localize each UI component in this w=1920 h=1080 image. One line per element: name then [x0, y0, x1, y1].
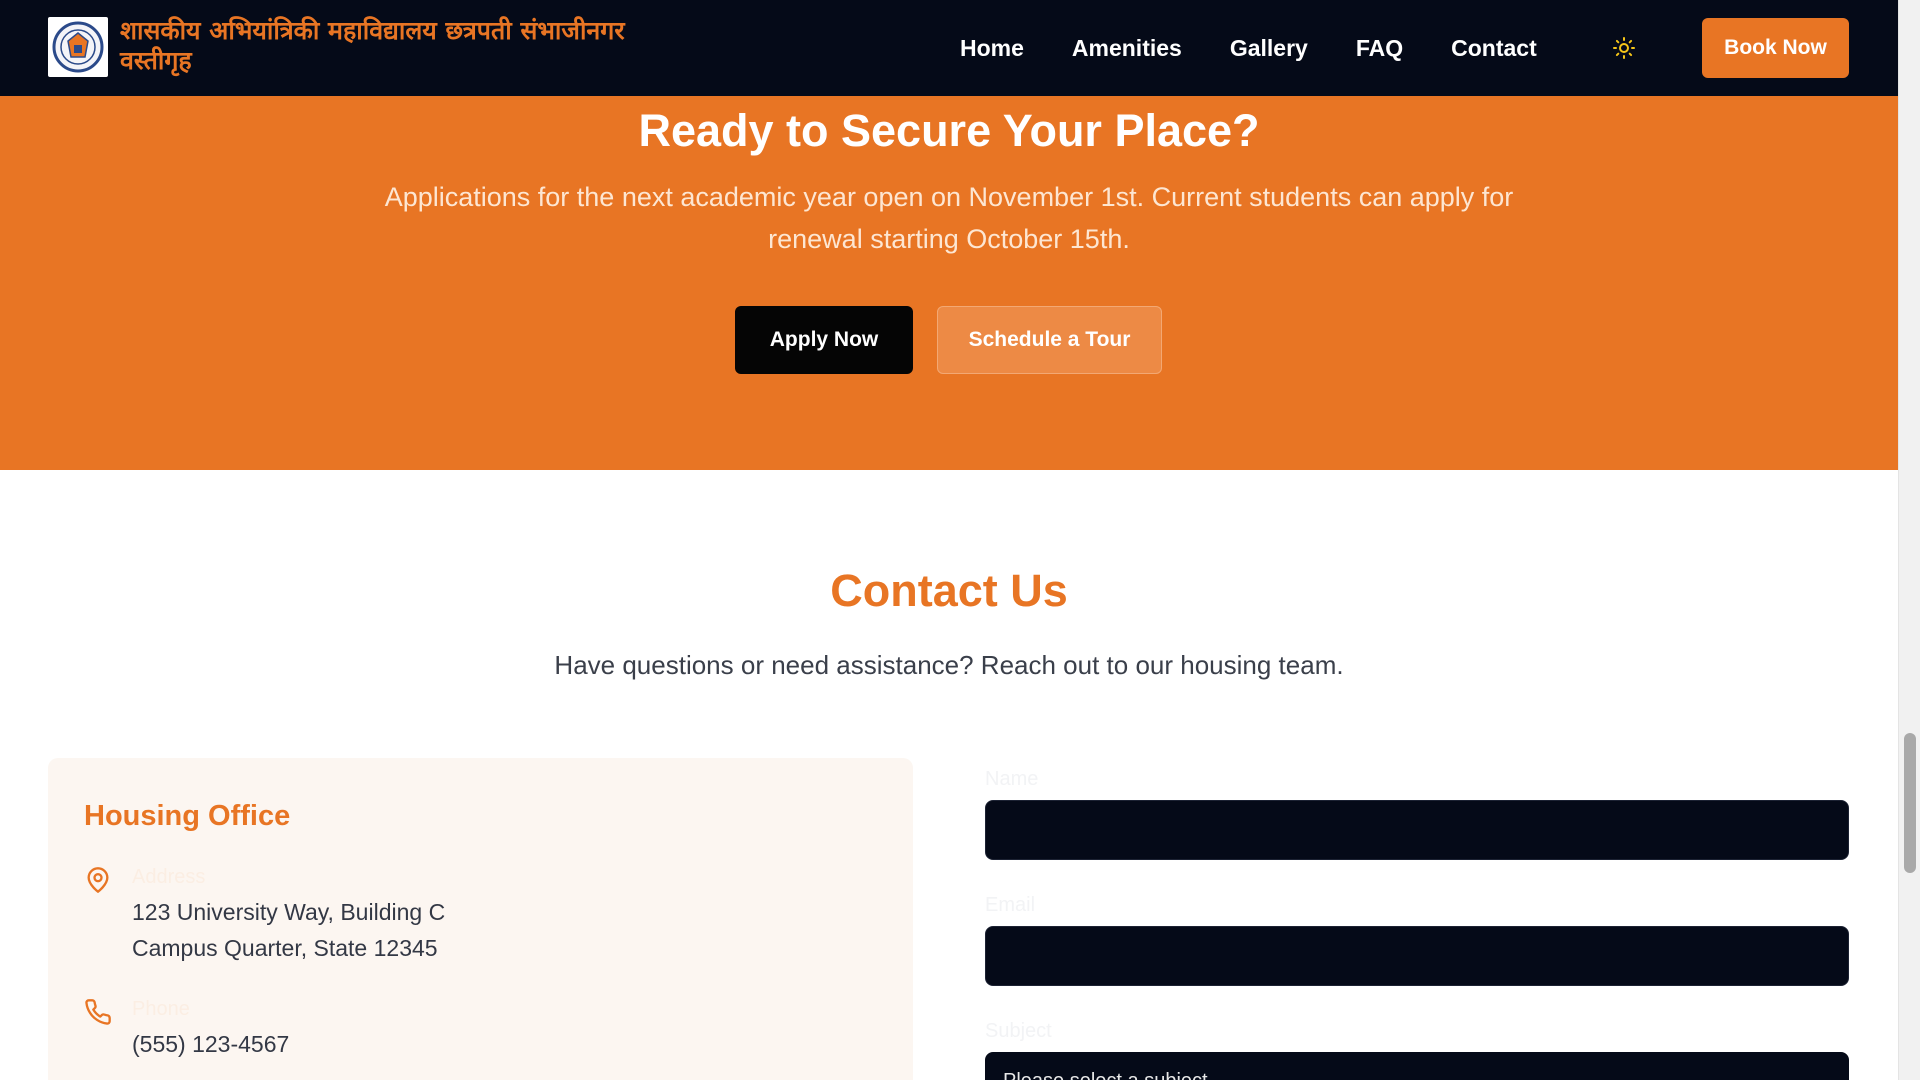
address-line-2: Campus Quarter, State 12345 [132, 935, 438, 961]
page-scrollbar[interactable] [1898, 0, 1920, 1080]
phone-value: (555) 123-4567 [132, 1031, 290, 1057]
nav-amenities[interactable]: Amenities [1072, 35, 1182, 62]
phone-icon [85, 999, 111, 1025]
brand-title[interactable]: शासकीय अभियांत्रिकी महाविद्यालय छत्रपती … [120, 16, 700, 76]
subject-label: Subject [985, 1020, 1052, 1042]
college-logo[interactable] [48, 17, 108, 77]
office-title: Housing Office [84, 800, 291, 832]
name-input[interactable] [985, 800, 1849, 860]
sun-icon [1613, 37, 1635, 59]
subject-select[interactable]: Please select a subject ⌄ [985, 1052, 1849, 1080]
cta-title: Ready to Secure Your Place? [638, 105, 1260, 156]
address-label: Address [132, 866, 206, 888]
subject-placeholder: Please select a subject [1003, 1070, 1208, 1080]
map-pin-icon [87, 867, 109, 893]
housing-office-card: Housing Office Address 123 University Wa… [48, 758, 913, 1080]
nav-home[interactable]: Home [960, 35, 1024, 62]
email-label: Email [985, 894, 1036, 916]
phone-label: Phone [132, 998, 190, 1020]
nav-gallery[interactable]: Gallery [1230, 35, 1308, 62]
name-label: Name [985, 768, 1039, 790]
email-input[interactable] [985, 926, 1849, 986]
cta-text: Applications for the next academic year … [384, 182, 1514, 254]
scrollbar-thumb[interactable] [1904, 733, 1916, 873]
nav-links: Home Amenities Gallery FAQ Contact [960, 0, 1537, 96]
cta-section: Ready to Secure Your Place? Applications… [0, 96, 1898, 470]
apply-now-button[interactable]: Apply Now [735, 306, 913, 374]
address-value: 123 University Way, Building C Campus Qu… [132, 894, 445, 966]
navbar: शासकीय अभियांत्रिकी महाविद्यालय छत्रपती … [0, 0, 1898, 96]
nav-faq[interactable]: FAQ [1356, 35, 1403, 62]
book-now-button[interactable]: Book Now [1702, 18, 1849, 78]
contact-subtitle: Have questions or need assistance? Reach… [554, 650, 1344, 680]
address-line-1: 123 University Way, Building C [132, 899, 446, 925]
chevron-down-icon: ⌄ [1812, 1072, 1825, 1080]
schedule-tour-button[interactable]: Schedule a Tour [937, 306, 1162, 374]
theme-toggle-button[interactable] [1610, 34, 1638, 62]
contact-title: Contact Us [830, 565, 1068, 616]
nav-contact[interactable]: Contact [1451, 35, 1537, 62]
